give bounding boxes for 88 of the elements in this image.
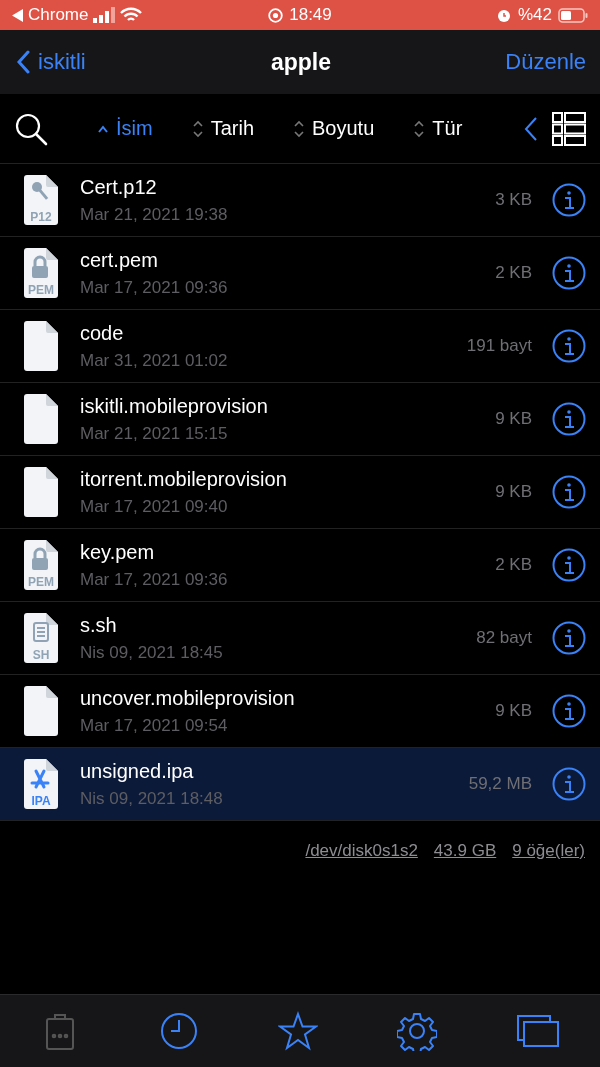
clock-icon xyxy=(158,1011,199,1051)
record-icon xyxy=(268,7,284,23)
info-button[interactable] xyxy=(552,621,586,655)
status-time: 18:49 xyxy=(289,5,332,25)
info-button[interactable] xyxy=(552,183,586,217)
battery-percent: %42 xyxy=(518,5,552,25)
signal-icon xyxy=(93,7,116,23)
settings-icon xyxy=(397,1011,438,1051)
file-icon xyxy=(22,686,58,736)
file-name: iskitli.mobileprovision xyxy=(80,394,269,418)
info-icon xyxy=(552,694,586,728)
file-name: unsigned.ipa xyxy=(80,759,195,783)
file-date: Mar 17, 2021 09:36 xyxy=(80,277,229,298)
info-icon xyxy=(552,767,586,801)
file-size: 2 KB xyxy=(495,263,532,283)
info-icon xyxy=(552,621,586,655)
file-icon: PEM xyxy=(22,248,58,298)
sort-arrows-icon xyxy=(192,119,203,138)
file-date: Mar 31, 2021 01:02 xyxy=(80,350,229,371)
file-size: 191 bayt xyxy=(466,336,532,356)
footer-link[interactable]: /dev/disk0s1s2 xyxy=(305,841,418,861)
sort-option[interactable]: Tarih xyxy=(192,117,255,140)
file-name: itorrent.mobileprovision xyxy=(80,467,288,491)
info-button[interactable] xyxy=(552,475,586,509)
file-name: s.sh xyxy=(80,613,118,637)
info-icon xyxy=(552,256,586,290)
file-date: Nis 09, 2021 18:48 xyxy=(80,788,224,809)
file-icon xyxy=(22,321,58,371)
file-size: 2 KB xyxy=(495,555,532,575)
chevron-left-icon xyxy=(16,50,30,74)
file-date: Mar 21, 2021 19:38 xyxy=(80,204,229,225)
file-icon: SH xyxy=(22,613,58,663)
window-title: apple xyxy=(270,48,332,76)
star-icon xyxy=(277,1011,318,1051)
info-button[interactable] xyxy=(552,402,586,436)
file-row[interactable]: IPA unsigned.ipa Nis 09, 2021 18:48 59,2 MB xyxy=(0,748,600,821)
footer-link[interactable]: 43.9 GB xyxy=(433,841,497,861)
info-button[interactable] xyxy=(552,767,586,801)
sort-option[interactable]: İsim xyxy=(98,117,153,140)
file-date: Mar 17, 2021 09:54 xyxy=(80,715,229,736)
tab-bar-button[interactable] xyxy=(277,1011,318,1051)
footer-link[interactable]: 9 öğe(ler) xyxy=(512,841,585,861)
back-button[interactable]: iskitli xyxy=(16,49,271,75)
file-date: Mar 17, 2021 09:36 xyxy=(80,569,229,590)
edit-button[interactable]: Düzenle xyxy=(505,49,586,75)
list-view-icon[interactable] xyxy=(552,111,586,146)
file-size: 82 bayt xyxy=(476,628,532,648)
file-name: uncover.mobileprovision xyxy=(80,686,296,710)
file-size: 9 KB xyxy=(495,409,532,429)
search-icon[interactable] xyxy=(14,111,48,146)
info-button[interactable] xyxy=(552,694,586,728)
info-button[interactable] xyxy=(552,329,586,363)
file-name: code xyxy=(80,321,125,345)
file-name: Cert.p12 xyxy=(80,175,158,199)
tab-bar-button[interactable] xyxy=(397,1011,438,1051)
file-icon: PEM xyxy=(22,540,58,590)
file-icon xyxy=(22,467,58,517)
file-size: 9 KB xyxy=(495,701,532,721)
file-size: 3 KB xyxy=(495,190,532,210)
file-name: key.pem xyxy=(80,540,156,564)
file-date: Mar 17, 2021 09:40 xyxy=(80,496,229,517)
file-size: 59,2 MB xyxy=(468,774,532,794)
info-icon xyxy=(552,183,586,217)
battery-icon xyxy=(558,7,588,23)
sort-arrows-icon xyxy=(414,119,425,138)
info-icon xyxy=(552,329,586,363)
info-button[interactable] xyxy=(552,256,586,290)
file-icon: IPA xyxy=(22,759,58,809)
file-date: Mar 21, 2021 15:15 xyxy=(80,423,229,444)
back-arrow-icon xyxy=(12,8,23,22)
tab-bar-button[interactable] xyxy=(158,1011,199,1051)
info-icon xyxy=(552,402,586,436)
sort-arrows-icon xyxy=(294,119,305,138)
sort-option[interactable]: Tür xyxy=(414,117,463,140)
file-date: Nis 09, 2021 18:45 xyxy=(80,642,224,663)
file-size: 9 KB xyxy=(495,482,532,502)
back-app-label[interactable]: Chrome xyxy=(28,5,89,25)
sort-option[interactable]: Boyutu xyxy=(294,117,375,140)
info-icon xyxy=(552,548,586,582)
info-icon xyxy=(552,475,586,509)
info-button[interactable] xyxy=(552,548,586,582)
wifi-icon xyxy=(120,7,143,23)
chevron-left-icon[interactable] xyxy=(524,115,538,142)
file-name: cert.pem xyxy=(80,248,159,272)
file-icon: P12 xyxy=(22,175,58,225)
file-icon xyxy=(22,394,58,444)
alarm-icon xyxy=(496,7,512,23)
caret-up-icon xyxy=(98,124,108,133)
